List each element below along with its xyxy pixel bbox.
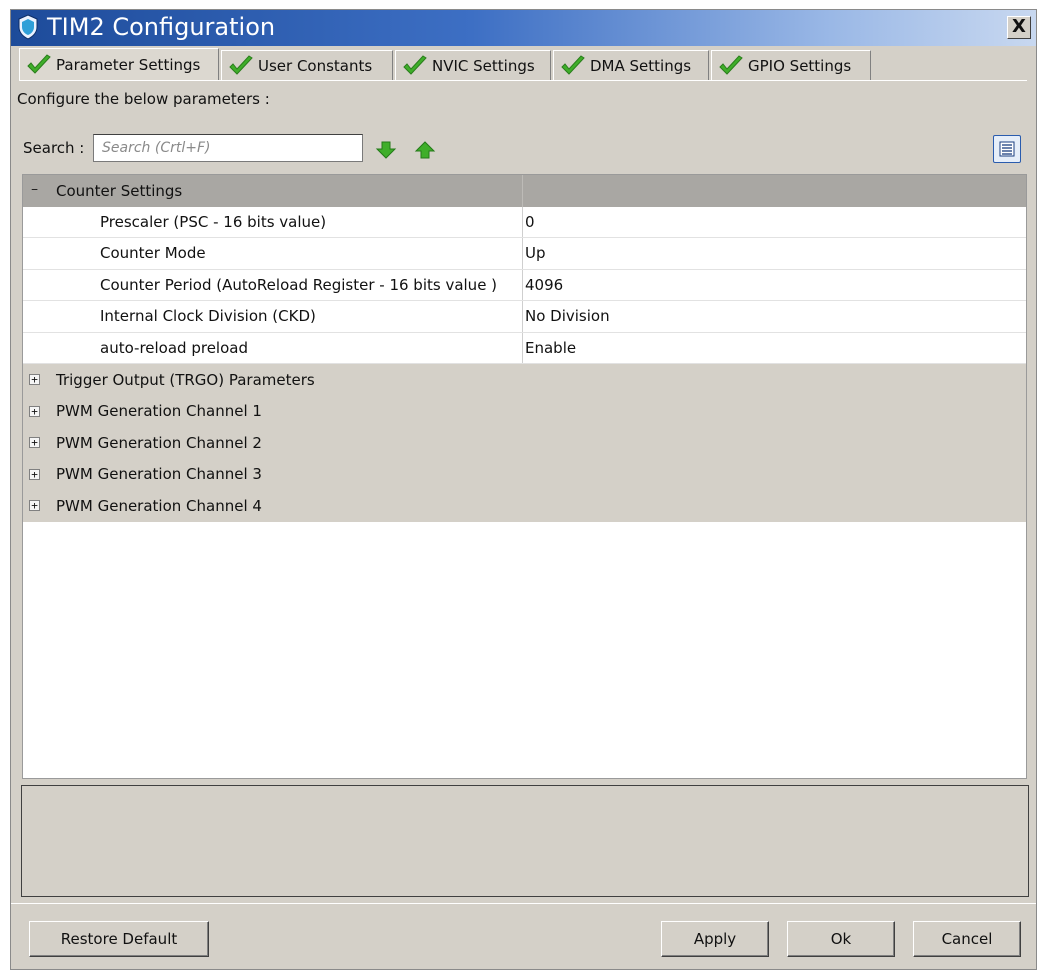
check-icon <box>27 54 51 74</box>
list-view-button[interactable] <box>993 135 1021 163</box>
table-row[interactable]: auto-reload preload Enable <box>23 332 1026 364</box>
title-bar[interactable]: TIM2 Configuration X <box>11 10 1036 46</box>
tab-label: GPIO Settings <box>748 56 852 75</box>
search-label: Search : <box>23 139 85 157</box>
table-row[interactable]: Counter Mode Up <box>23 238 1026 270</box>
expand-toggle[interactable]: + <box>29 500 40 512</box>
param-value[interactable]: Up <box>525 244 546 262</box>
param-value[interactable]: Enable <box>525 339 576 357</box>
ok-button[interactable]: Ok <box>787 921 895 957</box>
tab-nvic-settings[interactable]: NVIC Settings <box>395 50 551 80</box>
tab-divider <box>19 80 1027 81</box>
tab-label: Parameter Settings <box>56 56 201 74</box>
parameter-tree: − Counter Settings Prescaler (PSC - 16 b… <box>22 174 1027 779</box>
tab-gpio-settings[interactable]: GPIO Settings <box>711 50 871 80</box>
group-label: Counter Settings <box>56 181 183 200</box>
group-pwm-channel-4[interactable]: + PWM Generation Channel 4 <box>23 490 1026 522</box>
shield-icon <box>18 14 38 40</box>
table-row[interactable]: Internal Clock Division (CKD) No Divisio… <box>23 301 1026 333</box>
cancel-button[interactable]: Cancel <box>913 921 1021 957</box>
check-icon <box>719 54 743 75</box>
param-value[interactable]: No Division <box>525 307 610 325</box>
column-divider <box>522 301 523 332</box>
param-name: Counter Period (AutoReload Register - 16… <box>100 275 498 294</box>
column-divider <box>522 332 523 363</box>
close-button[interactable]: X <box>1007 16 1031 39</box>
group-pwm-channel-2[interactable]: + PWM Generation Channel 2 <box>23 427 1026 459</box>
window-title: TIM2 Configuration <box>47 13 276 41</box>
tim2-config-window: TIM2 Configuration X Parameter Settings … <box>10 9 1037 970</box>
collapse-toggle[interactable]: − <box>29 184 40 196</box>
column-divider <box>522 269 523 300</box>
search-input[interactable] <box>93 134 363 162</box>
group-pwm-channel-3[interactable]: + PWM Generation Channel 3 <box>23 458 1026 490</box>
apply-button[interactable]: Apply <box>661 921 769 957</box>
group-label: PWM Generation Channel 3 <box>56 465 262 484</box>
group-label: PWM Generation Channel 2 <box>56 433 262 452</box>
group-label: Trigger Output (TRGO) Parameters <box>56 370 315 389</box>
column-divider <box>522 238 523 269</box>
column-divider <box>522 175 523 207</box>
param-value[interactable]: 0 <box>525 213 535 231</box>
param-name: Prescaler (PSC - 16 bits value) <box>100 212 327 231</box>
restore-default-button[interactable]: Restore Default <box>29 921 209 957</box>
param-value[interactable]: 4096 <box>525 276 563 294</box>
param-name: Internal Clock Division (CKD) <box>100 307 316 326</box>
list-icon <box>999 141 1015 157</box>
expand-toggle[interactable]: + <box>29 468 40 480</box>
group-counter-settings[interactable]: − Counter Settings <box>23 175 1026 207</box>
param-name: Counter Mode <box>100 244 206 263</box>
description-panel <box>21 785 1029 897</box>
expand-toggle[interactable]: + <box>29 405 40 417</box>
tab-parameter-settings[interactable]: Parameter Settings <box>19 48 219 81</box>
tab-user-constants[interactable]: User Constants <box>221 50 393 80</box>
tab-label: User Constants <box>258 56 373 75</box>
check-icon <box>229 54 253 75</box>
group-pwm-channel-1[interactable]: + PWM Generation Channel 1 <box>23 395 1026 427</box>
table-row[interactable]: Counter Period (AutoReload Register - 16… <box>23 269 1026 301</box>
arrow-up-icon[interactable] <box>414 140 436 160</box>
group-label: PWM Generation Channel 1 <box>56 402 262 421</box>
tab-dma-settings[interactable]: DMA Settings <box>553 50 709 80</box>
arrow-down-icon[interactable] <box>375 140 397 160</box>
tab-label: NVIC Settings <box>432 56 535 75</box>
check-icon <box>561 54 585 75</box>
param-name: auto-reload preload <box>100 338 248 357</box>
expand-toggle[interactable]: + <box>29 437 40 449</box>
tab-label: DMA Settings <box>590 56 692 75</box>
check-icon <box>403 54 427 75</box>
expand-toggle[interactable]: + <box>29 374 40 386</box>
group-trigger-output[interactable]: + Trigger Output (TRGO) Parameters <box>23 364 1026 396</box>
column-divider <box>522 206 523 237</box>
footer-divider <box>11 903 1036 904</box>
table-row[interactable]: Prescaler (PSC - 16 bits value) 0 <box>23 206 1026 238</box>
configure-instructions: Configure the below parameters : <box>17 90 270 108</box>
group-label: PWM Generation Channel 4 <box>56 496 262 515</box>
